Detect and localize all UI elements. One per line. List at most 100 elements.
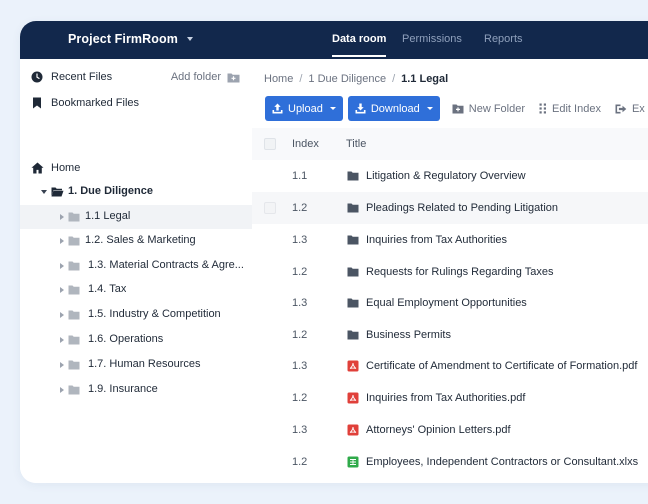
tree-item-label: 1.7. Human Resources <box>88 358 201 370</box>
pdf-file-icon <box>347 360 359 372</box>
grip-icon <box>539 103 547 114</box>
sidebar-item-label: Bookmarked Files <box>51 97 140 109</box>
new-folder-button[interactable]: New Folder <box>445 96 532 121</box>
pdf-file-icon <box>347 392 359 404</box>
row-title: Requests for Rulings Regarding Taxes <box>366 266 554 278</box>
folder-icon <box>347 330 359 340</box>
breadcrumb-due-diligence[interactable]: 1 Due Diligence <box>308 73 386 85</box>
chevron-right-icon[interactable] <box>60 287 64 293</box>
tree-item-legal[interactable]: 1.1 Legal <box>20 205 252 229</box>
sidebar-item-bookmarked-files[interactable]: Bookmarked Files <box>20 91 252 115</box>
folder-icon <box>68 335 80 348</box>
table-row[interactable]: 1.3 Equal Employment Opportunities <box>252 287 648 319</box>
tree-item-operations[interactable]: 1.6. Operations <box>20 328 252 352</box>
row-index: 1.2 <box>292 202 308 214</box>
row-checkbox[interactable] <box>264 202 276 214</box>
tree-item-tax[interactable]: 1.4. Tax <box>20 278 252 302</box>
folder-plus-icon <box>452 104 464 113</box>
add-folder-button[interactable]: Add folder <box>171 71 240 83</box>
column-header-title[interactable]: Title <box>346 138 366 150</box>
chevron-right-icon[interactable] <box>60 362 64 368</box>
chevron-right-icon[interactable] <box>60 238 64 244</box>
tree-item-label: 1.6. Operations <box>88 333 164 345</box>
breadcrumb-separator: / <box>392 73 396 85</box>
column-header-index[interactable]: Index <box>292 138 319 150</box>
folder-icon <box>68 360 80 373</box>
folder-plus-icon <box>227 73 240 82</box>
table-header: Index Title <box>252 128 648 160</box>
folder-icon <box>347 171 359 181</box>
table-row[interactable]: 1.1 Litigation & Regulatory Overview <box>252 160 648 192</box>
table-row[interactable]: 1.2 Pleadings Related to Pending Litigat… <box>252 192 648 224</box>
tree-item-sales-marketing[interactable]: 1.2. Sales & Marketing <box>20 229 252 253</box>
tree-item-label: 1.2. Sales & Marketing <box>85 234 196 246</box>
app-window: Project FirmRoom Data room Permissions R… <box>20 21 648 483</box>
main-content: Home / 1 Due Diligence / 1.1 Legal Uploa… <box>252 59 648 483</box>
chevron-down-icon <box>186 37 193 41</box>
edit-index-button[interactable]: Edit Index <box>532 96 608 121</box>
new-folder-label: New Folder <box>468 102 526 115</box>
table-row[interactable]: 1.2 Business Permits <box>252 319 648 351</box>
row-title: Attorneys' Opinion Letters.pdf <box>366 424 511 436</box>
folder-icon <box>347 267 359 277</box>
row-title: Employees, Independent Contractors or Co… <box>366 456 639 468</box>
tab-reports[interactable]: Reports <box>484 33 523 45</box>
sidebar-item-home[interactable]: Home <box>20 156 252 180</box>
tree-item-label: 1.5. Industry & Competition <box>88 308 221 320</box>
chevron-right-icon[interactable] <box>60 263 64 269</box>
tree-item-insurance[interactable]: 1.9. Insurance <box>20 378 252 402</box>
row-index: 1.3 <box>292 424 308 436</box>
row-title: Inquiries from Tax Authorities <box>366 234 508 246</box>
project-switcher[interactable]: Project FirmRoom <box>68 32 193 46</box>
bookmark-icon <box>30 96 44 110</box>
folder-icon <box>68 385 80 398</box>
top-nav-bar: Project FirmRoom Data room Permissions R… <box>20 21 648 59</box>
table-row[interactable]: 1.2 Employees, Independent Contractors o… <box>252 446 648 478</box>
tree-item-due-diligence[interactable]: 1. Due Diligence <box>20 180 252 204</box>
tree-item-label: 1.1 Legal <box>85 210 131 222</box>
chevron-right-icon[interactable] <box>60 312 64 318</box>
sidebar-item-label: Recent Files <box>51 71 113 83</box>
table-row[interactable]: 1.3 Attorneys' Opinion Letters.pdf <box>252 414 648 446</box>
row-index: 1.2 <box>292 329 308 341</box>
upload-button[interactable]: Upload <box>265 96 343 121</box>
upload-label: Upload <box>288 102 323 115</box>
table-row[interactable]: 1.3 Certificate of Amendment to Certific… <box>252 350 648 382</box>
tree-item-human-resources[interactable]: 1.7. Human Resources <box>20 353 252 377</box>
row-title: Business Permits <box>366 329 451 341</box>
row-index: 1.3 <box>292 360 308 372</box>
row-title: Pleadings Related to Pending Litigation <box>366 202 559 214</box>
sidebar-item-recent-files[interactable]: Recent Files Add folder <box>20 65 252 89</box>
chevron-right-icon[interactable] <box>60 387 64 393</box>
edit-index-label: Edit Index <box>552 102 601 115</box>
add-folder-label: Add folder <box>170 71 221 83</box>
select-all-checkbox[interactable] <box>264 138 276 150</box>
folder-icon <box>68 212 80 225</box>
table-row[interactable]: 1.3 Inquiries from Tax Authorities <box>252 224 648 256</box>
tree-item-material-contracts[interactable]: 1.3. Material Contracts & Agre... <box>20 254 252 278</box>
table-row[interactable]: 1.2 Requests for Rulings Regarding Taxes <box>252 256 648 288</box>
table-row[interactable]: 1.2 Inquiries from Tax Authorities.pdf <box>252 382 648 414</box>
chevron-down-icon <box>426 107 433 110</box>
folder-icon <box>347 298 359 308</box>
row-index: 1.3 <box>292 297 308 309</box>
download-icon <box>355 103 366 114</box>
breadcrumb: Home / 1 Due Diligence / 1.1 Legal <box>264 73 448 85</box>
tree-item-label: 1.9. Insurance <box>88 383 158 395</box>
folder-icon <box>68 236 80 249</box>
chevron-right-icon[interactable] <box>60 214 64 220</box>
home-icon <box>30 161 44 175</box>
chevron-down-icon <box>329 107 336 110</box>
tab-data-room[interactable]: Data room <box>332 33 387 57</box>
row-title: Equal Employment Opportunities <box>366 297 527 309</box>
chevron-down-icon[interactable] <box>41 190 47 194</box>
tree-item-label: 1. Due Diligence <box>68 185 153 197</box>
breadcrumb-home[interactable]: Home <box>264 73 293 85</box>
tree-item-industry-competition[interactable]: 1.5. Industry & Competition <box>20 303 252 327</box>
row-title: Certificate of Amendment to Certificate … <box>366 360 638 372</box>
chevron-right-icon[interactable] <box>60 337 64 343</box>
tab-permissions[interactable]: Permissions <box>402 33 462 45</box>
export-button[interactable]: Ex <box>608 96 648 121</box>
download-button[interactable]: Download <box>347 96 440 121</box>
folder-icon <box>347 203 359 213</box>
